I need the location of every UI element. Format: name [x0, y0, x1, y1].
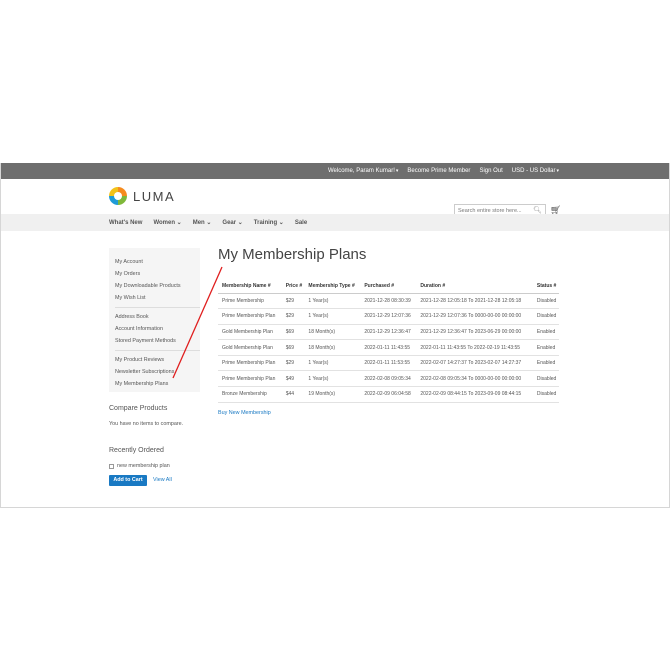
table-cell: $49 — [281, 370, 305, 388]
top-bar: Welcome, Param Kumar! Become Prime Membe… — [1, 163, 669, 179]
table-cell: 18 Month(s) — [304, 339, 361, 356]
table-cell: $44 — [281, 386, 305, 403]
table-cell: Disabled — [532, 370, 559, 388]
table-cell: 2022-02-09 06:04:58 — [360, 386, 417, 403]
table-cell: 2021-12-29 12:07:36 — [360, 308, 417, 325]
luma-logo-icon — [109, 187, 127, 205]
sidebar-divider — [115, 350, 200, 351]
logo-text: LUMA — [133, 188, 176, 204]
logo[interactable]: LUMA — [109, 187, 175, 205]
sidebar-divider — [115, 307, 200, 308]
table-cell: 2022-01-11 11:53:55 — [360, 355, 417, 372]
table-cell: Enabled — [532, 324, 559, 341]
table-cell: 1 Year(s) — [304, 355, 361, 372]
column-header: Membership Type # — [304, 280, 361, 294]
nav-item-training[interactable]: Training — [254, 219, 284, 226]
recently-ordered-title: Recently Ordered — [109, 447, 164, 454]
table-cell: 2021-12-29 12:36:47 To 2023-06-29 00:00:… — [416, 324, 533, 341]
buy-new-membership-link[interactable]: Buy New Membership — [218, 410, 271, 416]
table-cell: $69 — [281, 339, 305, 356]
table-cell: 2022-02-09 08:44:15 To 2023-09-09 08:44:… — [416, 386, 533, 403]
table-cell: 18 Month(s) — [304, 324, 361, 341]
main-nav: What's New Women Men Gear Training Sale — [1, 214, 669, 231]
table-row: Prime Membership Plan $29 1 Year(s) 2022-01… — [218, 355, 559, 372]
sidebar-item-membership-plans[interactable]: My Membership Plans — [115, 378, 194, 390]
sidebar-item-product-reviews[interactable]: My Product Reviews — [115, 354, 194, 366]
page-title: My Membership Plans — [218, 246, 367, 263]
table-cell: 2021-12-29 12:36:47 — [360, 324, 417, 341]
browser-page: Welcome, Param Kumar! Become Prime Membe… — [0, 163, 670, 508]
recent-item-checkbox[interactable] — [109, 463, 114, 469]
recent-item: new membership plan — [109, 463, 170, 469]
welcome-dropdown[interactable]: Welcome, Param Kumar! — [328, 168, 398, 174]
table-cell: Disabled — [532, 293, 559, 310]
nav-item-gear[interactable]: Gear — [222, 219, 242, 226]
add-to-cart-button[interactable]: Add to Cart — [109, 475, 147, 486]
table-cell: Bronze Membership — [218, 386, 282, 403]
table-cell: Disabled — [532, 386, 559, 403]
sidebar-item-account-information[interactable]: Account Information — [115, 323, 194, 335]
table-cell: Gold Membership Plan — [218, 324, 282, 341]
column-header: Purchased # — [360, 280, 417, 294]
compare-products-title: Compare Products — [109, 405, 168, 412]
table-cell: 1 Year(s) — [304, 370, 361, 388]
table-cell: 1 Year(s) — [304, 308, 361, 325]
table-cell: 2022-02-07 14:27:37 To 2023-02-07 14:27:… — [416, 355, 533, 372]
table-cell: 2021-12-28 12:05:18 To 2021-12-28 12:05:… — [416, 293, 533, 310]
table-cell: Enabled — [532, 355, 559, 372]
table-cell: Prime Membership Plan — [218, 370, 282, 388]
membership-table: Membership Name # Price # Membership Type … — [218, 280, 559, 403]
sidebar-item-my-orders[interactable]: My Orders — [115, 268, 194, 280]
sidebar-item-my-account[interactable]: My Account — [115, 256, 194, 268]
table-row: Bronze Membership $44 19 Month(s) 2022-02-0… — [218, 386, 559, 403]
recent-item-label: new membership plan — [117, 463, 170, 469]
become-member-link[interactable]: Become Prime Member — [407, 168, 470, 174]
table-cell: 2022-02-08 09:05:34 — [360, 370, 417, 388]
compare-empty-text: You have no items to compare. — [109, 421, 184, 427]
table-cell: Enabled — [532, 339, 559, 356]
table-header-row: Membership Name # Price # Membership Type … — [218, 280, 559, 294]
table-cell: 2022-01-11 11:43:55 To 2022-02-19 11:43:… — [416, 339, 533, 356]
sidebar-item-newsletter[interactable]: Newsletter Subscriptions — [115, 366, 194, 378]
table-cell: Prime Membership Plan — [218, 308, 282, 325]
sidebar-item-wish-list[interactable]: My Wish List — [115, 292, 194, 304]
table-cell: 2022-02-08 09:05:34 To 0000-00-00 00:00:… — [416, 370, 533, 388]
table-cell: Prime Membership — [218, 293, 282, 310]
table-row: Prime Membership Plan $29 1 Year(s) 2021-12… — [218, 308, 559, 325]
view-all-link[interactable]: View All — [153, 475, 172, 486]
table-cell: 2021-12-28 08:30:39 — [360, 293, 417, 310]
column-header: Price # — [281, 280, 305, 294]
nav-item-sale[interactable]: Sale — [295, 220, 307, 226]
column-header: Status # — [532, 280, 559, 294]
sidebar-item-address-book[interactable]: Address Book — [115, 311, 194, 323]
header: LUMA Search entire store here... 🔍︎ 🛒︎ — [1, 179, 669, 218]
table-cell: Gold Membership Plan — [218, 339, 282, 356]
table-cell: $69 — [281, 324, 305, 341]
table-cell: $29 — [281, 308, 305, 325]
currency-switcher[interactable]: USD - US Dollar — [512, 168, 559, 174]
table-row: Gold Membership Plan $69 18 Month(s) 2021-1… — [218, 324, 559, 341]
nav-item-men[interactable]: Men — [193, 219, 212, 226]
table-cell: 2021-12-29 12:07:36 To 0000-00-00 00:00:… — [416, 308, 533, 325]
table-cell: 1 Year(s) — [304, 293, 361, 310]
table-cell: $29 — [281, 355, 305, 372]
column-header: Duration # — [416, 280, 533, 294]
sidebar-item-stored-payment[interactable]: Stored Payment Methods — [115, 335, 194, 347]
account-sidebar: My Account My Orders My Downloadable Pro… — [109, 248, 200, 392]
nav-item-whats-new[interactable]: What's New — [109, 220, 142, 226]
sidebar-item-downloadable-products[interactable]: My Downloadable Products — [115, 280, 194, 292]
table-cell: 19 Month(s) — [304, 386, 361, 403]
table-row: Gold Membership Plan $69 18 Month(s) 2022-0… — [218, 339, 559, 356]
table-cell: Prime Membership Plan — [218, 355, 282, 372]
table-cell: Disabled — [532, 308, 559, 325]
table-cell: $29 — [281, 293, 305, 310]
table-cell: 2022-01-11 11:43:55 — [360, 339, 417, 356]
column-header: Membership Name # — [218, 280, 282, 294]
table-row: Prime Membership Plan $49 1 Year(s) 2022-02… — [218, 370, 559, 388]
table-row: Prime Membership $29 1 Year(s) 2021-12-28 0… — [218, 293, 559, 310]
sign-out-link[interactable]: Sign Out — [479, 168, 502, 174]
nav-item-women[interactable]: Women — [153, 219, 181, 226]
